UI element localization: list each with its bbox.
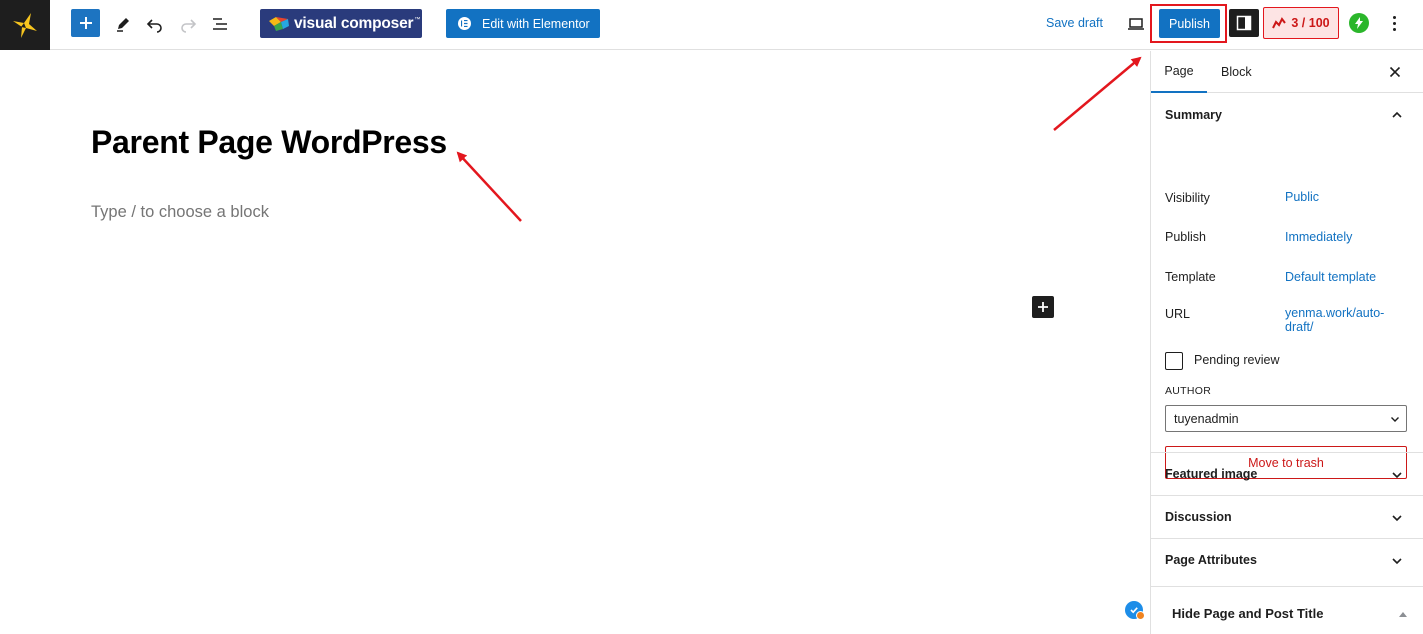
tab-page[interactable]: Page (1151, 51, 1207, 93)
chevron-down-icon (1392, 472, 1402, 479)
undo-button[interactable] (140, 9, 170, 39)
block-placeholder[interactable]: Type / to choose a block (91, 203, 269, 222)
seo-score-icon (1272, 17, 1287, 29)
seo-score-label: 3 / 100 (1291, 16, 1330, 30)
chevron-up-icon (1392, 111, 1402, 118)
template-value[interactable]: Default template (1285, 270, 1376, 285)
editor-toolbar: visual composer ™ Edit with Elementor Sa… (0, 0, 1423, 50)
document-overview-button[interactable] (205, 9, 235, 39)
undo-icon (146, 19, 162, 33)
discussion-panel[interactable]: Discussion (1151, 495, 1423, 538)
url-value[interactable]: yenma.work/auto-draft/ (1285, 306, 1395, 335)
author-select[interactable]: tuyenadmin (1165, 405, 1407, 432)
page-attributes-panel[interactable]: Page Attributes (1151, 538, 1423, 581)
preview-button[interactable] (1121, 9, 1151, 39)
options-button[interactable] (1384, 13, 1404, 33)
plus-icon (1038, 302, 1048, 312)
visibility-value[interactable]: Public (1285, 190, 1319, 205)
plus-icon (79, 17, 92, 29)
pending-review-checkbox[interactable] (1165, 352, 1183, 370)
author-label: AUTHOR (1165, 385, 1212, 397)
status-check-icon[interactable] (1125, 601, 1145, 620)
featured-image-panel[interactable]: Featured image (1151, 452, 1423, 495)
visual-composer-trademark: ™ (414, 16, 421, 23)
triangle-up-icon (1399, 612, 1407, 617)
hide-title-heading: Hide Page and Post Title (1172, 606, 1324, 621)
publish-date-value[interactable]: Immediately (1285, 230, 1352, 245)
save-draft-button[interactable]: Save draft (1046, 16, 1103, 30)
pencil-icon (117, 18, 129, 32)
settings-sidebar: Page Block Summary Visibility Public Pub… (1150, 51, 1423, 634)
template-label: Template (1165, 270, 1216, 284)
seo-score-button[interactable]: 3 / 100 (1263, 7, 1339, 39)
elementor-icon (458, 17, 471, 30)
chevron-down-icon (1392, 515, 1402, 522)
laptop-icon (1128, 18, 1144, 30)
tools-button[interactable] (108, 9, 138, 39)
tab-block[interactable]: Block (1221, 51, 1252, 93)
publish-button[interactable]: Publish (1159, 9, 1220, 38)
close-icon[interactable] (1387, 64, 1403, 80)
visual-composer-logo-icon (269, 16, 289, 31)
site-logo-icon (13, 13, 37, 38)
visibility-label: Visibility (1165, 191, 1210, 205)
settings-button[interactable] (1229, 9, 1259, 37)
lightning-icon (1355, 17, 1363, 29)
redo-icon (181, 19, 197, 33)
featured-image-heading: Featured image (1165, 467, 1258, 481)
sidebar-toggle-icon (1236, 15, 1252, 31)
discussion-heading: Discussion (1165, 510, 1232, 524)
author-select-value: tuyenadmin (1174, 411, 1239, 426)
page-title-input[interactable]: Parent Page WordPress (91, 124, 447, 161)
redo-button[interactable] (173, 9, 203, 39)
performance-button[interactable] (1349, 13, 1369, 33)
visual-composer-label: visual composer (294, 14, 414, 32)
chevron-down-icon (1392, 558, 1402, 565)
more-vertical-icon (1392, 15, 1396, 19)
add-block-button[interactable] (71, 9, 100, 37)
page-attributes-heading: Page Attributes (1165, 553, 1257, 567)
summary-heading: Summary (1165, 108, 1222, 122)
editor-canvas[interactable]: Parent Page WordPress Type / to choose a… (0, 51, 1150, 634)
publish-label: Publish (1165, 230, 1206, 244)
sidebar-tabs: Page Block (1151, 51, 1423, 93)
chevron-down-icon (1391, 417, 1399, 422)
visual-composer-button[interactable]: visual composer ™ (260, 9, 422, 38)
pending-review-label: Pending review (1194, 353, 1280, 367)
url-label: URL (1165, 307, 1191, 321)
site-logo[interactable] (0, 0, 50, 50)
hide-title-panel[interactable]: Hide Page and Post Title (1151, 586, 1423, 634)
list-view-icon (213, 18, 227, 30)
summary-panel-toggle[interactable]: Summary (1151, 93, 1423, 137)
inline-add-block-button[interactable] (1032, 296, 1054, 318)
edit-with-elementor-button[interactable]: Edit with Elementor (446, 9, 600, 38)
edit-with-elementor-label: Edit with Elementor (482, 16, 590, 31)
